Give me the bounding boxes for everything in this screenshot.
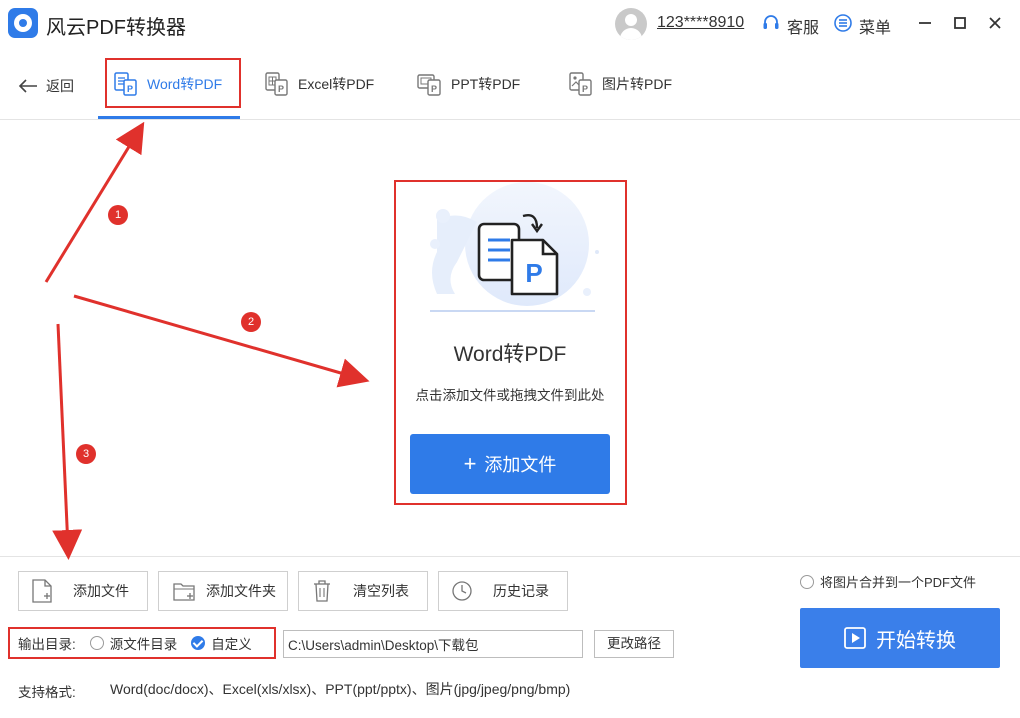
start-conversion-label: 开始转换 bbox=[876, 629, 956, 652]
tab-label: PPT转PDF bbox=[451, 76, 521, 92]
user-avatar[interactable] bbox=[615, 8, 647, 40]
maximize-icon[interactable] bbox=[949, 12, 971, 34]
svg-text:P: P bbox=[278, 84, 284, 94]
toolbar-clear-list-button[interactable]: 清空列表 bbox=[298, 571, 428, 611]
annotation-badge-2: 2 bbox=[241, 312, 261, 332]
annotation-highlight-drop-area bbox=[394, 180, 627, 505]
annotation-badge-3: 3 bbox=[76, 444, 96, 464]
minimize-icon[interactable] bbox=[914, 12, 936, 34]
play-icon bbox=[844, 627, 866, 649]
svg-text:P: P bbox=[582, 84, 588, 94]
merge-images-radio[interactable] bbox=[800, 574, 814, 589]
output-path-input[interactable] bbox=[283, 630, 583, 658]
close-icon[interactable] bbox=[984, 12, 1006, 34]
tab-ppt-to-pdf[interactable]: P PPT转PDF bbox=[417, 48, 520, 120]
menu-icon[interactable] bbox=[834, 14, 852, 32]
image-file-icon: P bbox=[569, 72, 592, 96]
bottom-panel: 添加文件 添加文件夹 清空列表 历史记录 将图片合并到一个PDF文件 输出目录:… bbox=[0, 556, 1020, 718]
toolbar-button-label: 历史记录 bbox=[493, 583, 549, 599]
app-logo-icon bbox=[8, 8, 38, 38]
back-button[interactable]: 返回 bbox=[18, 76, 74, 96]
excel-file-icon: P bbox=[265, 72, 288, 96]
output-directory-label: 输出目录: bbox=[18, 637, 76, 652]
arrow-left-icon bbox=[18, 79, 37, 93]
toolbar-button-label: 添加文件夹 bbox=[206, 583, 276, 599]
active-tab-indicator bbox=[98, 116, 240, 119]
merge-images-option[interactable]: 将图片合并到一个PDF文件 bbox=[800, 572, 976, 591]
supported-formats-label: 支持格式: bbox=[18, 685, 76, 700]
merge-images-label: 将图片合并到一个PDF文件 bbox=[820, 575, 977, 590]
annotation-arrow-2 bbox=[73, 294, 370, 388]
annotation-highlight-tab bbox=[105, 58, 241, 108]
svg-text:P: P bbox=[431, 84, 437, 94]
source-dir-label: 源文件目录 bbox=[109, 637, 178, 652]
output-directory-group: 输出目录: 源文件目录 自定义 bbox=[8, 627, 276, 659]
tab-label: 图片转PDF bbox=[602, 76, 672, 92]
headset-icon[interactable] bbox=[762, 14, 780, 32]
output-option-source[interactable]: 源文件目录 bbox=[89, 633, 178, 653]
toolbar-button-label: 清空列表 bbox=[353, 583, 409, 599]
toolbar-add-file-button[interactable]: 添加文件 bbox=[18, 571, 148, 611]
app-title: 风云PDF转换器 bbox=[46, 17, 186, 39]
ppt-file-icon: P bbox=[417, 74, 441, 96]
toolbar-button-label: 添加文件 bbox=[73, 583, 129, 599]
menu-label[interactable]: 菜单 bbox=[859, 14, 891, 38]
supported-formats-value: Word(doc/docx)、Excel(xls/xlsx)、PPT(ppt/p… bbox=[110, 681, 571, 697]
back-label: 返回 bbox=[46, 78, 74, 94]
annotation-badge-1: 1 bbox=[108, 205, 128, 225]
custom-dir-radio[interactable] bbox=[191, 636, 206, 650]
tab-image-to-pdf[interactable]: P 图片转PDF bbox=[568, 48, 672, 120]
tab-excel-to-pdf[interactable]: P Excel转PDF bbox=[264, 48, 374, 120]
title-bar: 风云PDF转换器 123****8910 客服 菜单 bbox=[0, 0, 1020, 48]
toolbar-add-folder-button[interactable]: 添加文件夹 bbox=[158, 571, 288, 611]
custom-dir-label: 自定义 bbox=[211, 637, 252, 652]
annotation-arrow-3 bbox=[52, 323, 83, 560]
tab-label: Excel转PDF bbox=[298, 76, 375, 92]
change-path-button[interactable]: 更改路径 bbox=[594, 630, 674, 658]
toolbar-history-button[interactable]: 历史记录 bbox=[438, 571, 568, 611]
source-dir-radio[interactable] bbox=[89, 636, 104, 650]
output-option-custom[interactable]: 自定义 bbox=[191, 633, 252, 653]
start-conversion-button[interactable]: 开始转换 bbox=[800, 608, 1000, 668]
account-link[interactable]: 123****8910 bbox=[657, 14, 744, 32]
service-label[interactable]: 客服 bbox=[787, 14, 819, 38]
